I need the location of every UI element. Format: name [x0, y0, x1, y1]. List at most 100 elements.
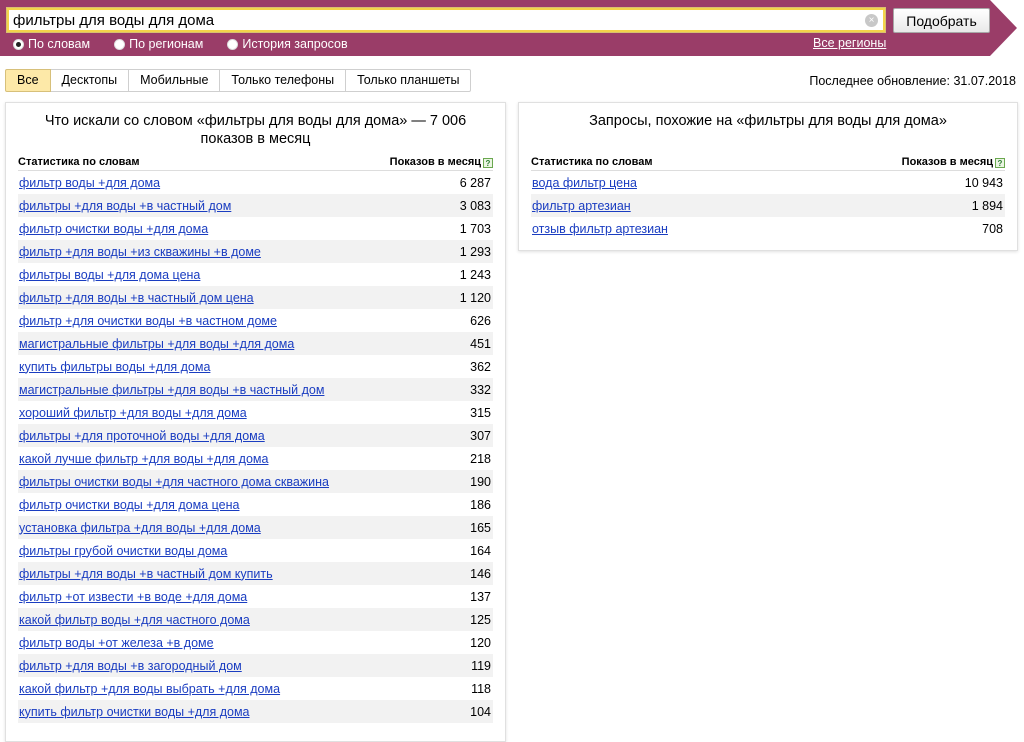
- impressions-count: 1 120: [459, 290, 491, 305]
- table-row: отзыв фильтр артезиан 708: [531, 217, 1005, 240]
- similar-table: Статистика по словам Показов в месяц? во…: [531, 153, 1005, 240]
- impressions-count: 1 894: [971, 198, 1003, 213]
- impressions-count: 315: [470, 405, 491, 420]
- tab-mobile[interactable]: Мобильные: [129, 69, 221, 92]
- table-row: фильтры грубой очистки воды дома 164: [18, 539, 493, 562]
- phrase-link[interactable]: магистральные фильтры +для воды +для дом…: [19, 337, 294, 351]
- table-row: фильтры +для проточной воды +для дома 307: [18, 424, 493, 447]
- column-header-phrase: Статистика по словам: [531, 155, 653, 168]
- panel-title: Запросы, похожие на «фильтры для воды дл…: [589, 113, 947, 129]
- table-row: какой фильтр воды +для частного дома 125: [18, 608, 493, 631]
- table-row: фильтры воды +для дома цена 1 243: [18, 263, 493, 286]
- phrase-link[interactable]: фильтр артезиан: [532, 199, 631, 213]
- table-row: фильтр +для воды +в частный дом цена 1 12…: [18, 286, 493, 309]
- all-regions-link[interactable]: Все регионы: [813, 36, 886, 50]
- table-body: фильтр воды +для дома 6 287 фильтры +для в…: [18, 171, 493, 723]
- phrase-link[interactable]: фильтр +для воды +в загородный дом: [19, 659, 242, 673]
- help-icon[interactable]: ?: [483, 157, 493, 168]
- impressions-count: 190: [470, 474, 491, 489]
- phrase-link[interactable]: отзыв фильтр артезиан: [532, 222, 668, 236]
- phrase-link[interactable]: какой фильтр +для воды выбрать +для дома: [19, 682, 280, 696]
- impressions-count: 118: [471, 681, 491, 696]
- phrase-link[interactable]: установка фильтра +для воды +для дома: [19, 521, 261, 535]
- radio-icon[interactable]: [114, 38, 126, 50]
- impressions-count: 10 943: [964, 175, 1003, 190]
- impressions-count: 708: [982, 221, 1003, 236]
- submit-button[interactable]: Подобрать: [893, 8, 990, 33]
- phrase-link[interactable]: фильтр очистки воды +для дома: [19, 222, 208, 236]
- phrase-link[interactable]: магистральные фильтры +для воды +в частн…: [19, 383, 324, 397]
- phrase-link[interactable]: хороший фильтр +для воды +для дома: [19, 406, 247, 420]
- impressions-count: 165: [470, 520, 491, 535]
- table-row: фильтр +для воды +из скважины +в доме 1 2…: [18, 240, 493, 263]
- impressions-count: 307: [470, 428, 491, 443]
- table-row: фильтр воды +от железа +в доме 120: [18, 631, 493, 654]
- impressions-count: 186: [470, 497, 491, 512]
- panel-title: Что искали со словом «фильтры для воды д…: [44, 113, 467, 147]
- phrase-link[interactable]: фильтры очистки воды +для частного дома …: [19, 475, 329, 489]
- phrase-link[interactable]: фильтр +от извести +в воде +для дома: [19, 590, 247, 604]
- phrase-link[interactable]: фильтр воды +от железа +в доме: [19, 636, 214, 650]
- table-row: фильтр +от извести +в воде +для дома 137: [18, 585, 493, 608]
- impressions-count: 6 287: [459, 175, 491, 190]
- phrase-link[interactable]: фильтры +для воды +в частный дом: [19, 199, 231, 213]
- table-row: фильтр воды +для дома 6 287: [18, 171, 493, 194]
- phrase-link[interactable]: фильтр очистки воды +для дома цена: [19, 498, 239, 512]
- table-row: какой фильтр +для воды выбрать +для дома…: [18, 677, 493, 700]
- phrase-link[interactable]: фильтр воды +для дома: [19, 176, 160, 190]
- impressions-count: 137: [470, 589, 491, 604]
- phrase-link[interactable]: какой лучше фильтр +для воды +для дома: [19, 452, 268, 466]
- phrase-link[interactable]: купить фильтры воды +для дома: [19, 360, 210, 374]
- mode-label: История запросов: [242, 37, 348, 51]
- table-row: фильтры +для воды +в частный дом купить 1…: [18, 562, 493, 585]
- column-header-count: Показов в месяц?: [902, 156, 1005, 168]
- table-row: установка фильтра +для воды +для дома 165: [18, 516, 493, 539]
- impressions-count: 218: [470, 451, 491, 466]
- table-row: магистральные фильтры +для воды +в частн…: [18, 378, 493, 401]
- radio-icon[interactable]: [227, 38, 239, 50]
- impressions-count: 451: [470, 336, 491, 351]
- phrase-link[interactable]: фильтр +для воды +из скважины +в доме: [19, 245, 261, 259]
- phrase-link[interactable]: фильтры грубой очистки воды дома: [19, 544, 227, 558]
- impressions-count: 332: [470, 382, 491, 397]
- mode-history[interactable]: История запросов: [227, 37, 348, 51]
- phrase-link[interactable]: купить фильтр очистки воды +для дома: [19, 705, 250, 719]
- impressions-count: 119: [471, 658, 491, 673]
- phrase-link[interactable]: фильтр +для воды +в частный дом цена: [19, 291, 254, 305]
- tab-phones-only[interactable]: Только телефоны: [220, 69, 347, 92]
- table-header: Статистика по словам Показов в месяц?: [18, 153, 493, 171]
- phrase-link[interactable]: фильтры воды +для дома цена: [19, 268, 200, 282]
- column-header-count: Показов в месяц?: [390, 156, 493, 168]
- table-row: магистральные фильтры +для воды +для дом…: [18, 332, 493, 355]
- phrase-link[interactable]: какой фильтр воды +для частного дома: [19, 613, 250, 627]
- words-stats-panel: Что искали со словом «фильтры для воды д…: [5, 102, 506, 742]
- column-header-phrase: Статистика по словам: [18, 155, 140, 168]
- search-bar: × Подобрать По словам По регионам Истори…: [0, 0, 1024, 56]
- phrase-link[interactable]: фильтры +для проточной воды +для дома: [19, 429, 265, 443]
- search-input[interactable]: [13, 10, 863, 30]
- tab-desktops[interactable]: Десктопы: [50, 69, 130, 92]
- table-row: фильтр +для воды +в загородный дом 119: [18, 654, 493, 677]
- mode-by-regions[interactable]: По регионам: [114, 37, 203, 51]
- search-field[interactable]: ×: [6, 7, 886, 33]
- last-updated: Последнее обновление: 31.07.2018: [809, 74, 1016, 88]
- search-mode-group: По словам По регионам История запросов: [13, 36, 372, 52]
- help-icon[interactable]: ?: [995, 157, 1005, 168]
- phrase-link[interactable]: вода фильтр цена: [532, 176, 637, 190]
- tab-tablets-only[interactable]: Только планшеты: [346, 69, 472, 92]
- impressions-count: 104: [470, 704, 491, 719]
- impressions-count: 626: [470, 313, 491, 328]
- column-header-count-label: Показов в месяц: [901, 155, 993, 168]
- tab-all[interactable]: Все: [5, 69, 51, 92]
- table-row: хороший фильтр +для воды +для дома 315: [18, 401, 493, 424]
- mode-label: По регионам: [129, 37, 204, 51]
- clear-icon[interactable]: ×: [865, 14, 878, 27]
- phrase-link[interactable]: фильтр +для очистки воды +в частном доме: [19, 314, 277, 328]
- similar-queries-panel: Запросы, похожие на «фильтры для воды дл…: [518, 102, 1018, 251]
- phrase-link[interactable]: фильтры +для воды +в частный дом купить: [19, 567, 273, 581]
- radio-icon[interactable]: [13, 38, 24, 50]
- table-row: купить фильтр очистки воды +для дома 104: [18, 700, 493, 723]
- table-row: фильтр очистки воды +для дома 1 703: [18, 217, 493, 240]
- impressions-count: 146: [470, 566, 491, 581]
- mode-by-words[interactable]: По словам: [13, 37, 90, 51]
